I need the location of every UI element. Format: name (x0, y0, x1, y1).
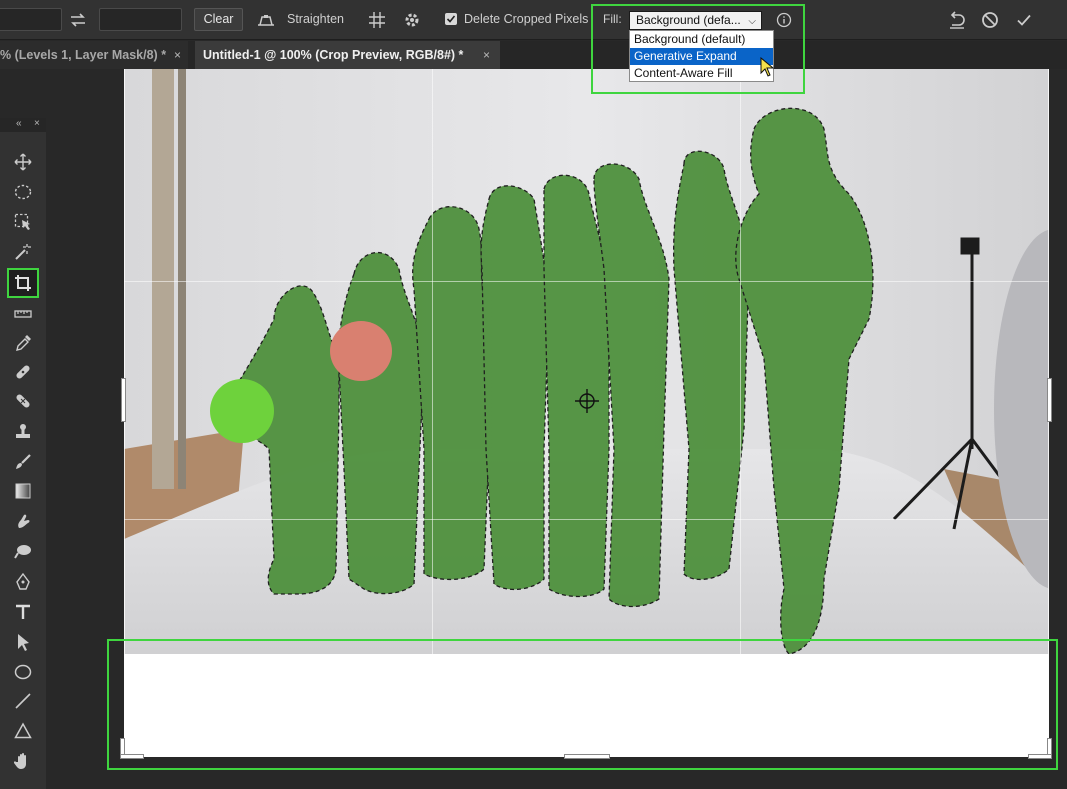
gear-icon[interactable] (401, 9, 423, 31)
tab-label: Untitled-1 @ 100% (Crop Preview, RGB/8#)… (203, 48, 464, 62)
straighten-icon[interactable] (255, 9, 277, 31)
triangle-tool-icon[interactable] (10, 718, 36, 744)
curtain-roll (178, 69, 186, 489)
reset-icon[interactable] (946, 9, 968, 31)
collapse-panel-icon[interactable]: « (16, 118, 22, 129)
fill-select[interactable]: Background (defa... ⌵ (629, 11, 762, 30)
ellipse-tool-icon[interactable] (10, 659, 36, 685)
crop-grid-line (124, 519, 1049, 520)
fill-label: Fill: (603, 12, 622, 26)
swap-dimensions-icon[interactable] (67, 9, 89, 31)
clear-button[interactable]: Clear (194, 8, 243, 31)
crop-handle-bottom[interactable] (564, 754, 610, 759)
fill-option-content-aware[interactable]: Content-Aware Fill (630, 65, 773, 82)
eyedropper-tool-icon[interactable] (10, 330, 36, 356)
cancel-icon[interactable] (979, 9, 1001, 31)
fill-option-background[interactable]: Background (default) (630, 31, 773, 48)
object-selection-tool-icon[interactable] (10, 209, 36, 235)
crop-handle-bottom-right[interactable] (1028, 754, 1052, 759)
type-tool-icon[interactable] (10, 599, 36, 625)
crop-grid-line (124, 281, 1049, 282)
mouse-cursor-icon (760, 57, 774, 77)
tab-levels-layer-mask[interactable]: % (Levels 1, Layer Mask/8) * × (0, 41, 188, 69)
generative-expand-area[interactable] (124, 654, 1049, 757)
tools-panel-header: « × (0, 118, 46, 132)
info-icon[interactable] (773, 9, 795, 31)
magic-wand-tool-icon[interactable] (10, 239, 36, 265)
delete-cropped-checkbox[interactable] (445, 13, 457, 25)
close-icon[interactable]: × (174, 41, 181, 69)
photo-canvas[interactable] (124, 69, 1049, 654)
crop-width-field[interactable] (0, 8, 62, 31)
green-balloon (210, 379, 274, 443)
overlay-grid-icon[interactable] (366, 9, 388, 31)
fill-select-value: Background (defa... (636, 13, 741, 27)
tools-panel: « × (0, 118, 46, 789)
close-icon[interactable]: × (483, 41, 490, 69)
delete-cropped-label[interactable]: Delete Cropped Pixels (464, 12, 588, 26)
crop-handle-bottom-left[interactable] (120, 754, 144, 759)
close-icon[interactable]: × (34, 118, 40, 129)
ruler-tool-icon[interactable] (10, 301, 36, 327)
pen-tool-icon[interactable] (10, 569, 36, 595)
line-tool-icon[interactable] (10, 688, 36, 714)
crop-height-field[interactable] (99, 8, 182, 31)
fill-dropdown-menu: Background (default) Generative Expand C… (629, 30, 774, 82)
document-tab-bar: % (Levels 1, Layer Mask/8) * × Untitled-… (0, 41, 1067, 69)
crop-tool-icon[interactable] (7, 268, 39, 298)
tab-label: % (Levels 1, Layer Mask/8) * (0, 48, 167, 62)
move-tool-icon[interactable] (10, 149, 36, 175)
curtain-roll (152, 69, 174, 489)
pink-balloon (330, 321, 392, 381)
straighten-label[interactable]: Straighten (287, 12, 344, 26)
clone-stamp-tool-icon[interactable] (10, 419, 36, 445)
crop-handle-right[interactable] (1047, 378, 1052, 422)
chevron-down-icon: ⌵ (748, 16, 756, 27)
brush-tool-icon[interactable] (10, 449, 36, 475)
crop-grid-line (740, 69, 741, 757)
patch-tool-icon[interactable] (10, 388, 36, 414)
tab-untitled-1[interactable]: Untitled-1 @ 100% (Crop Preview, RGB/8#)… (195, 41, 500, 69)
commit-check-icon[interactable] (1013, 9, 1035, 31)
fill-option-generative-expand[interactable]: Generative Expand (630, 48, 773, 65)
gradient-tool-icon[interactable] (10, 478, 36, 504)
path-selection-tool-icon[interactable] (10, 629, 36, 655)
marquee-tool-icon[interactable] (10, 179, 36, 205)
smudge-tool-icon[interactable] (10, 508, 36, 534)
crop-handle-left[interactable] (121, 378, 126, 422)
options-bar: Clear Straighten Delete Cropped Pixels F… (0, 0, 1067, 40)
crop-grid-line (432, 69, 433, 757)
dodge-tool-icon[interactable] (10, 538, 36, 564)
hand-tool-icon[interactable] (10, 748, 36, 774)
healing-brush-tool-icon[interactable] (10, 359, 36, 385)
